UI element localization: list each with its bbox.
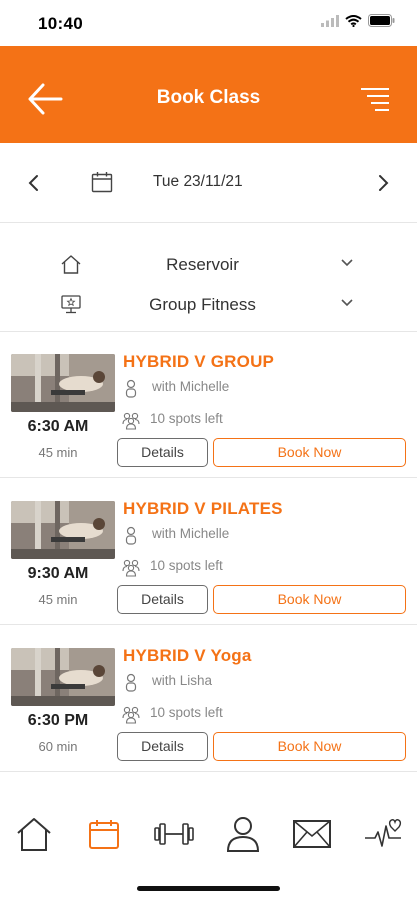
tab-workouts[interactable] bbox=[152, 814, 196, 854]
calendar-icon bbox=[89, 820, 119, 849]
class-title[interactable]: HYBRID V GROUP bbox=[123, 352, 274, 372]
previous-day-button[interactable] bbox=[27, 174, 41, 192]
class-title[interactable]: HYBRID V PILATES bbox=[123, 499, 283, 519]
chevron-right-icon bbox=[379, 175, 389, 191]
location-filter[interactable]: Reservoir bbox=[0, 246, 417, 282]
book-now-button[interactable]: Book Now bbox=[213, 438, 406, 467]
status-icons bbox=[321, 14, 395, 27]
class-thumbnail bbox=[11, 648, 115, 706]
dumbbell-icon bbox=[154, 823, 194, 845]
home-icon bbox=[17, 818, 51, 851]
class-spots: 10 spots left bbox=[150, 411, 223, 426]
tab-profile[interactable] bbox=[221, 814, 265, 854]
workout-photo bbox=[11, 648, 115, 706]
class-time: 6:30 AM bbox=[27, 418, 89, 435]
group-icon bbox=[122, 706, 140, 724]
book-now-button[interactable]: Book Now bbox=[213, 585, 406, 614]
person-icon bbox=[125, 526, 137, 545]
class-time: 6:30 PM bbox=[27, 712, 89, 729]
class-duration: 45 min bbox=[38, 592, 78, 607]
tab-calendar[interactable] bbox=[82, 814, 126, 854]
class-card: 9:30 AM 45 min HYBRID V PILATES with Mic… bbox=[0, 479, 417, 625]
date-selector: Tue 23/11/21 bbox=[0, 143, 417, 223]
group-icon bbox=[122, 559, 140, 577]
home-indicator bbox=[137, 886, 280, 891]
class-spots: 10 spots left bbox=[150, 705, 223, 720]
menu-button[interactable] bbox=[357, 86, 391, 114]
tab-home[interactable] bbox=[12, 814, 56, 854]
signal-icon bbox=[321, 14, 339, 27]
mail-icon bbox=[293, 820, 331, 848]
category-filter-label: Group Fitness bbox=[149, 295, 256, 314]
location-filter-label: Reservoir bbox=[166, 255, 239, 274]
app-header: Book Class bbox=[0, 46, 417, 143]
heartbeat-icon bbox=[365, 819, 402, 847]
battery-icon bbox=[368, 14, 395, 27]
class-instructor: with Michelle bbox=[152, 379, 230, 394]
chevron-down-icon bbox=[341, 299, 353, 307]
status-time: 10:40 bbox=[38, 14, 83, 33]
page-title: Book Class bbox=[156, 87, 261, 108]
profile-icon bbox=[226, 817, 260, 852]
group-icon bbox=[122, 412, 140, 430]
class-duration: 60 min bbox=[38, 739, 78, 754]
class-card: 6:30 PM 60 min HYBRID V Yoga with Lisha … bbox=[0, 626, 417, 772]
details-button[interactable]: Details bbox=[117, 732, 208, 761]
class-title[interactable]: HYBRID V Yoga bbox=[123, 646, 252, 666]
status-bar: 10:40 bbox=[0, 0, 417, 46]
workout-photo bbox=[11, 354, 115, 412]
class-card: 6:30 AM 45 min HYBRID V GROUP with Miche… bbox=[0, 332, 417, 478]
chevron-left-icon bbox=[28, 175, 38, 191]
category-filter[interactable]: Group Fitness bbox=[0, 286, 417, 322]
book-now-button[interactable]: Book Now bbox=[213, 732, 406, 761]
details-button[interactable]: Details bbox=[117, 438, 208, 467]
home-icon bbox=[61, 255, 81, 274]
chevron-down-icon bbox=[341, 259, 353, 267]
next-day-button[interactable] bbox=[376, 174, 390, 192]
class-instructor: with Lisha bbox=[152, 673, 213, 688]
person-icon bbox=[125, 379, 137, 398]
tab-health[interactable] bbox=[361, 814, 405, 854]
bottom-tab-bar bbox=[0, 802, 417, 866]
monitor-icon bbox=[61, 295, 81, 314]
class-instructor: with Michelle bbox=[152, 526, 230, 541]
wifi-icon bbox=[345, 14, 362, 27]
class-time: 9:30 AM bbox=[27, 565, 89, 582]
class-duration: 45 min bbox=[38, 445, 78, 460]
menu-icon bbox=[361, 88, 389, 111]
class-spots: 10 spots left bbox=[150, 558, 223, 573]
tab-messages[interactable] bbox=[290, 814, 334, 854]
class-thumbnail bbox=[11, 501, 115, 559]
class-thumbnail bbox=[11, 354, 115, 412]
workout-photo bbox=[11, 501, 115, 559]
details-button[interactable]: Details bbox=[117, 585, 208, 614]
selected-date[interactable]: Tue 23/11/21 bbox=[153, 173, 243, 191]
calendar-icon bbox=[91, 172, 113, 193]
person-icon bbox=[125, 673, 137, 692]
